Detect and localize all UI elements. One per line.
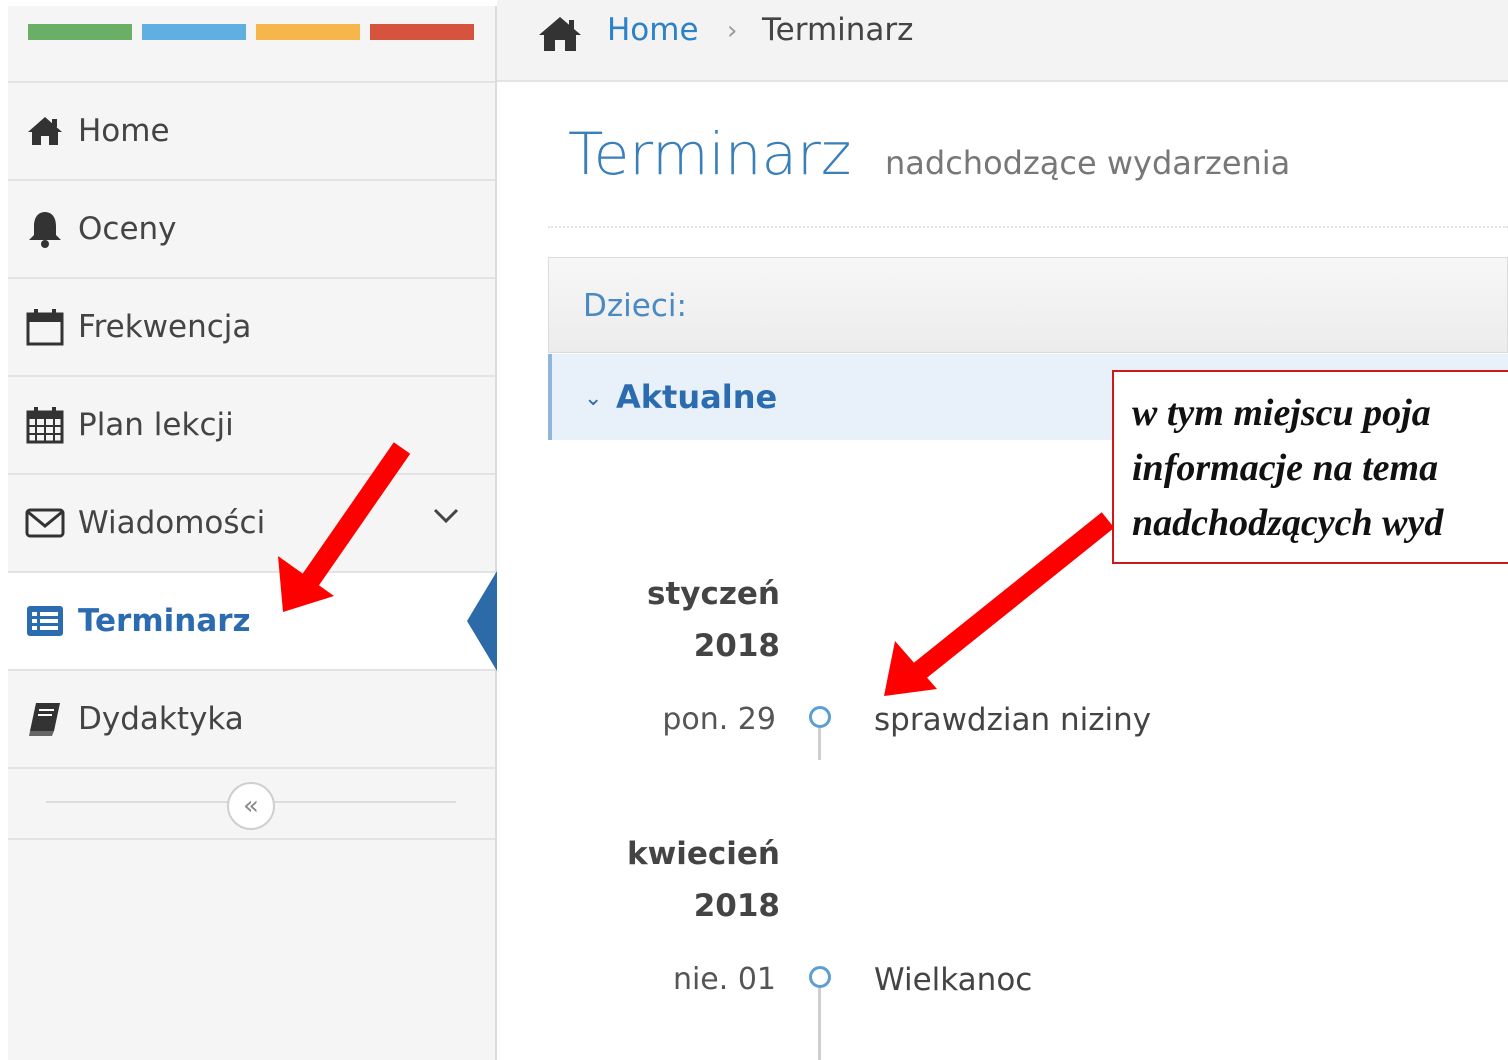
- page-title: Terminarz: [568, 120, 852, 188]
- annotation-callout: w tym miejscu poja informacje na tema na…: [1112, 370, 1508, 564]
- divider: [548, 226, 1508, 228]
- event-date: nie. 01: [672, 962, 776, 997]
- month-year: 2018: [693, 888, 780, 924]
- book-icon: [24, 699, 66, 739]
- bell-icon: [24, 209, 66, 249]
- sidebar-item-wiadomosci[interactable]: Wiadomości: [8, 475, 495, 573]
- accordion-label: Aktualne: [616, 378, 778, 416]
- annotation-line: w tym miejscu poja: [1132, 392, 1431, 434]
- sidebar-item-label: Home: [78, 113, 170, 149]
- active-indicator: [467, 571, 497, 671]
- chevron-down-icon: ⌄: [584, 386, 603, 411]
- month-name: styczeń: [647, 576, 780, 612]
- sidebar-item-label: Frekwencja: [78, 309, 252, 345]
- annotation-line: nadchodzących wyd: [1132, 502, 1444, 544]
- event-title[interactable]: sprawdzian niziny: [874, 702, 1151, 738]
- month-name: kwiecień: [626, 836, 780, 872]
- sidebar-item-frekwencja[interactable]: Frekwencja: [8, 279, 495, 377]
- children-label: Dzieci:: [583, 288, 687, 324]
- chevron-down-icon[interactable]: [432, 507, 460, 529]
- sidebar-item-label: Dydaktyka: [78, 701, 244, 737]
- sidebar-item-home[interactable]: Home: [8, 83, 495, 181]
- sidebar-collapse-button[interactable]: «: [227, 782, 275, 830]
- breadcrumb-home-link[interactable]: Home: [607, 12, 699, 48]
- month-year: 2018: [693, 628, 780, 664]
- sidebar-brand-area: [8, 6, 495, 83]
- home-icon: [24, 111, 66, 151]
- sidebar-item-label: Plan lekcji: [78, 407, 234, 443]
- calendar-grid-icon: [24, 405, 66, 445]
- calendar-icon: [24, 307, 66, 347]
- sidebar-item-label: Oceny: [78, 211, 177, 247]
- sidebar-item-label: Wiadomości: [78, 505, 266, 541]
- breadcrumb: Home › Terminarz: [497, 0, 1508, 82]
- sidebar-item-terminarz[interactable]: Terminarz: [8, 571, 497, 671]
- annotation-line: informacje na tema: [1132, 447, 1439, 489]
- breadcrumb-separator: ›: [727, 16, 738, 46]
- timeline-line: [818, 728, 821, 760]
- home-icon[interactable]: [537, 14, 583, 58]
- sidebar: Home Oceny Frekwencja Plan lekcji Wiadom…: [8, 6, 497, 1060]
- event-date: pon. 29: [662, 702, 776, 737]
- arrow-to-event: [884, 512, 1115, 696]
- sidebar-collapse-row: «: [8, 774, 495, 840]
- sidebar-item-oceny[interactable]: Oceny: [8, 181, 495, 279]
- timeline-dot: [809, 706, 831, 728]
- timeline-line: [818, 988, 821, 1060]
- breadcrumb-current: Terminarz: [762, 12, 914, 48]
- page-subtitle: nadchodzące wydarzenia: [885, 144, 1291, 182]
- timeline-dot: [809, 966, 831, 988]
- timeline-month: kwiecień 2018: [560, 828, 780, 932]
- sidebar-item-label: Terminarz: [78, 603, 251, 639]
- sidebar-item-plan-lekcji[interactable]: Plan lekcji: [8, 377, 495, 475]
- timeline-month: styczeń 2018: [560, 568, 780, 672]
- event-title[interactable]: Wielkanoc: [874, 962, 1032, 998]
- children-panel-header: Dzieci:: [548, 257, 1508, 353]
- envelope-icon: [24, 503, 66, 543]
- sidebar-menu: Home Oceny Frekwencja Plan lekcji Wiadom…: [8, 83, 497, 769]
- list-icon: [24, 601, 66, 641]
- sidebar-item-dydaktyka[interactable]: Dydaktyka: [8, 671, 495, 769]
